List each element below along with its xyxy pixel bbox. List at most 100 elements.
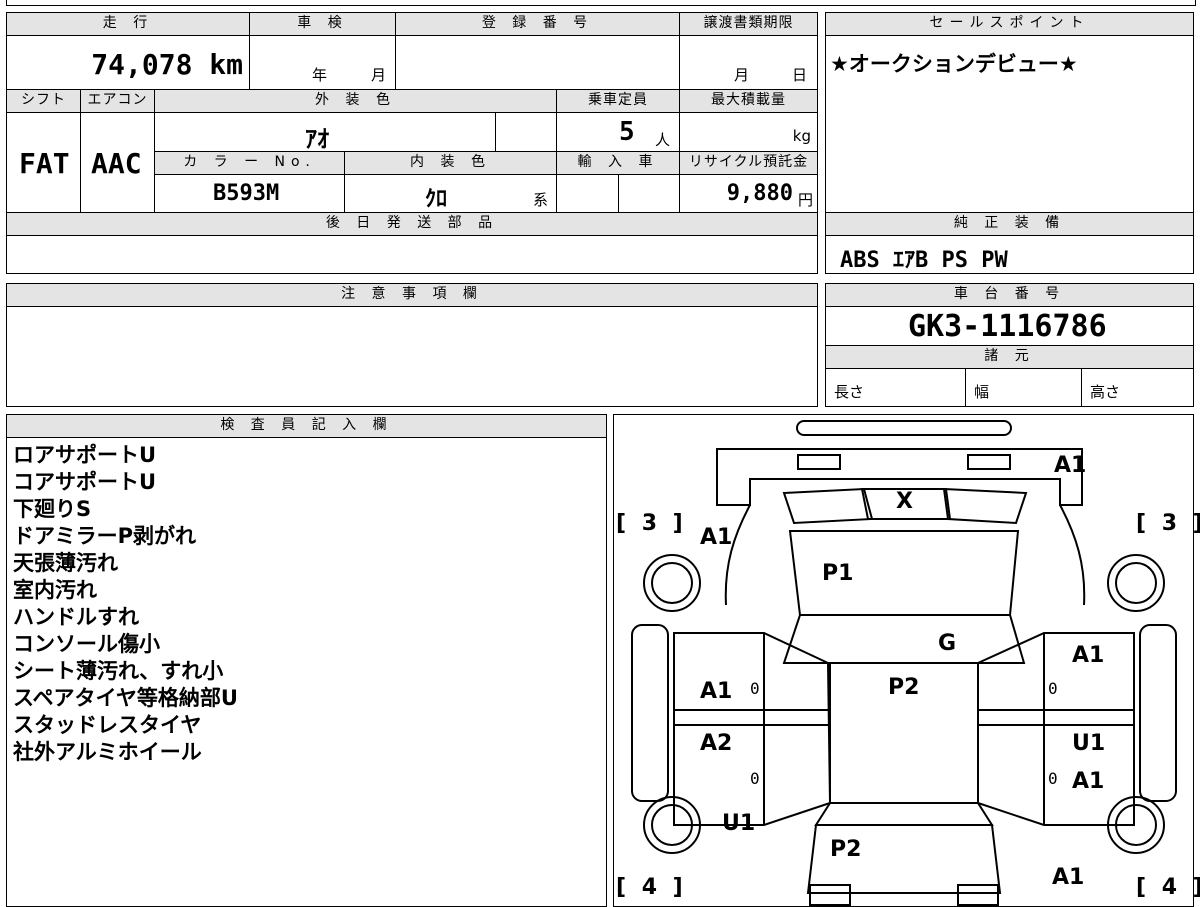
- mileage-cell: 74,078 km: [6, 35, 250, 90]
- inspector-note-line: ロアサポートU: [13, 443, 157, 467]
- registration-header: 登 録 番 号: [395, 12, 680, 36]
- mark-quarter-rr: A1: [1052, 865, 1085, 890]
- caution-header: 注 意 事 項 欄: [6, 283, 818, 307]
- mileage-header: 走 行: [6, 12, 250, 36]
- top-strip: [6, 0, 1196, 6]
- inspection-cell: 年 月: [249, 35, 396, 90]
- tire-front-left-rating: [ 3 ]: [616, 511, 687, 536]
- equipment-cell: ABS ｴｱB PS PW: [825, 235, 1194, 274]
- inspector-note-line: ハンドルすれ: [13, 605, 139, 629]
- mark-door-fl: A1: [700, 679, 733, 704]
- inspector-header: 検 査 員 記 入 欄: [6, 414, 607, 438]
- mark-bumper-front: A1: [1054, 453, 1087, 478]
- equipment-text: ABS ｴｱB PS PW: [840, 248, 1008, 273]
- specs-header: 諸 元: [825, 345, 1194, 369]
- shift-header: シフト: [6, 89, 81, 113]
- import-header: 輸 入 車: [556, 151, 680, 175]
- aircon-cell: AAC: [80, 112, 155, 213]
- exterior-color-cell: ｱｵ: [154, 112, 496, 153]
- recycle-cell: 9,880 円: [679, 174, 818, 213]
- car-diagram-panel: [ 3 ] [ 3 ] [ 4 ] [ 4 ] A1 X A1 P1 G P2 …: [613, 414, 1200, 907]
- inspector-note-line: 下廻りS: [13, 497, 92, 521]
- mileage-value: 74,078 km: [91, 48, 243, 81]
- mark-door-fr: U1: [1072, 731, 1106, 756]
- interior-color-header: 内 装 色: [344, 151, 557, 175]
- mark-roof: P2: [888, 675, 920, 700]
- shift-value: FAT: [19, 147, 70, 180]
- max-load-header: 最大積載量: [679, 89, 818, 113]
- chassis-value: GK3-1116786: [908, 309, 1107, 344]
- inspector-note-line: コアサポートU: [13, 470, 157, 494]
- zero-mark-fr: 0: [1048, 679, 1058, 698]
- mark-quarter-rl: U1: [722, 811, 756, 836]
- max-load-cell: kg: [679, 112, 818, 152]
- inspector-note-line: シート薄汚れ、すれ小: [13, 659, 224, 683]
- tire-rear-right-rating: [ 4 ]: [1136, 875, 1200, 900]
- specs-height-cell: 高さ: [1081, 368, 1194, 407]
- recycle-unit: 円: [797, 191, 813, 209]
- sales-point-text: ★オークションデビュー★: [830, 52, 1078, 76]
- inspector-note-line: スペアタイヤ等格納部U: [13, 686, 238, 710]
- tire-rear-left-rating: [ 4 ]: [616, 875, 687, 900]
- import-cell-b: [618, 174, 680, 213]
- inspector-note-line: 室内汚れ: [13, 578, 97, 602]
- transfer-deadline-header: 譲渡書類期限: [679, 12, 818, 36]
- later-parts-header: 後 日 発 送 部 品: [6, 212, 818, 236]
- inspector-notes-list: ロアサポートU コアサポートU 下廻りS ドアミラーP剥がれ 天張薄汚れ室内汚れハンドル…: [13, 442, 238, 766]
- exterior-color-extra-cell: [495, 112, 557, 152]
- max-load-unit: kg: [792, 127, 811, 145]
- interior-color-cell: ｸﾛ 系: [344, 174, 557, 213]
- sales-point-header: セールスポイント: [825, 12, 1194, 36]
- inspection-header: 車 検: [249, 12, 396, 36]
- tire-front-right-rating: [ 3 ]: [1136, 511, 1200, 536]
- mark-trunk: P2: [830, 837, 862, 862]
- color-no-cell: B593M: [154, 174, 345, 213]
- zero-mark-fl: 0: [750, 679, 760, 698]
- mark-door-rl: A2: [700, 731, 733, 756]
- mark-hood: P1: [822, 561, 854, 586]
- color-no-header: カ ラ ー No.: [154, 151, 345, 175]
- sales-point-cell: ★オークションデビュー★: [825, 35, 1194, 213]
- exterior-color-value: ｱｵ: [305, 125, 329, 153]
- specs-length-label: 長さ: [834, 383, 865, 401]
- interior-color-suffix: 系: [533, 191, 549, 209]
- capacity-unit: 人: [655, 131, 671, 149]
- import-cell-a: [556, 174, 619, 213]
- chassis-header: 車 台 番 号: [825, 283, 1194, 307]
- inspector-cell: ロアサポートU コアサポートU 下廻りS ドアミラーP剥がれ 天張薄汚れ室内汚れハンドル…: [6, 437, 607, 907]
- zero-mark-rl: 0: [750, 769, 760, 788]
- later-parts-cell: [6, 235, 818, 274]
- recycle-header: リサイクル預託金: [679, 151, 818, 175]
- mark-grille: X: [896, 489, 913, 514]
- inspector-note-line: 社外アルミホイール: [13, 740, 202, 764]
- mark-door-rr: A1: [1072, 769, 1105, 794]
- capacity-value: 5: [619, 117, 635, 147]
- transfer-deadline-cell: 月 日: [679, 35, 818, 90]
- deadline-day-unit: 日: [792, 66, 808, 84]
- aircon-header: エアコン: [80, 89, 155, 113]
- caution-cell: [6, 306, 818, 407]
- interior-color-value: ｸﾛ: [425, 187, 448, 212]
- specs-width-label: 幅: [974, 383, 990, 401]
- recycle-value: 9,880: [726, 181, 793, 206]
- shift-cell: FAT: [6, 112, 81, 213]
- mark-windshield: G: [938, 631, 957, 656]
- specs-length-cell: 長さ: [825, 368, 966, 407]
- specs-height-label: 高さ: [1090, 383, 1121, 401]
- registration-cell: [395, 35, 680, 90]
- inspector-note-line: ドアミラーP剥がれ: [13, 524, 196, 548]
- inspector-note-line: コンソール傷小: [13, 632, 160, 656]
- chassis-cell: GK3-1116786: [825, 306, 1194, 346]
- zero-mark-rr: 0: [1048, 769, 1058, 788]
- capacity-cell: 5 人: [556, 112, 680, 152]
- inspection-year-unit: 年: [312, 66, 328, 84]
- capacity-header: 乗車定員: [556, 89, 680, 113]
- inspector-note-line: 天張薄汚れ: [13, 551, 118, 575]
- aircon-value: AAC: [91, 147, 142, 180]
- mark-fender-fr: A1: [1072, 643, 1105, 668]
- specs-width-cell: 幅: [965, 368, 1082, 407]
- inspector-note-line: スタッドレスタイヤ: [13, 713, 202, 737]
- equipment-header: 純 正 装 備: [825, 212, 1194, 236]
- color-no-value: B593M: [213, 181, 280, 206]
- mark-fender-fl: A1: [700, 525, 733, 550]
